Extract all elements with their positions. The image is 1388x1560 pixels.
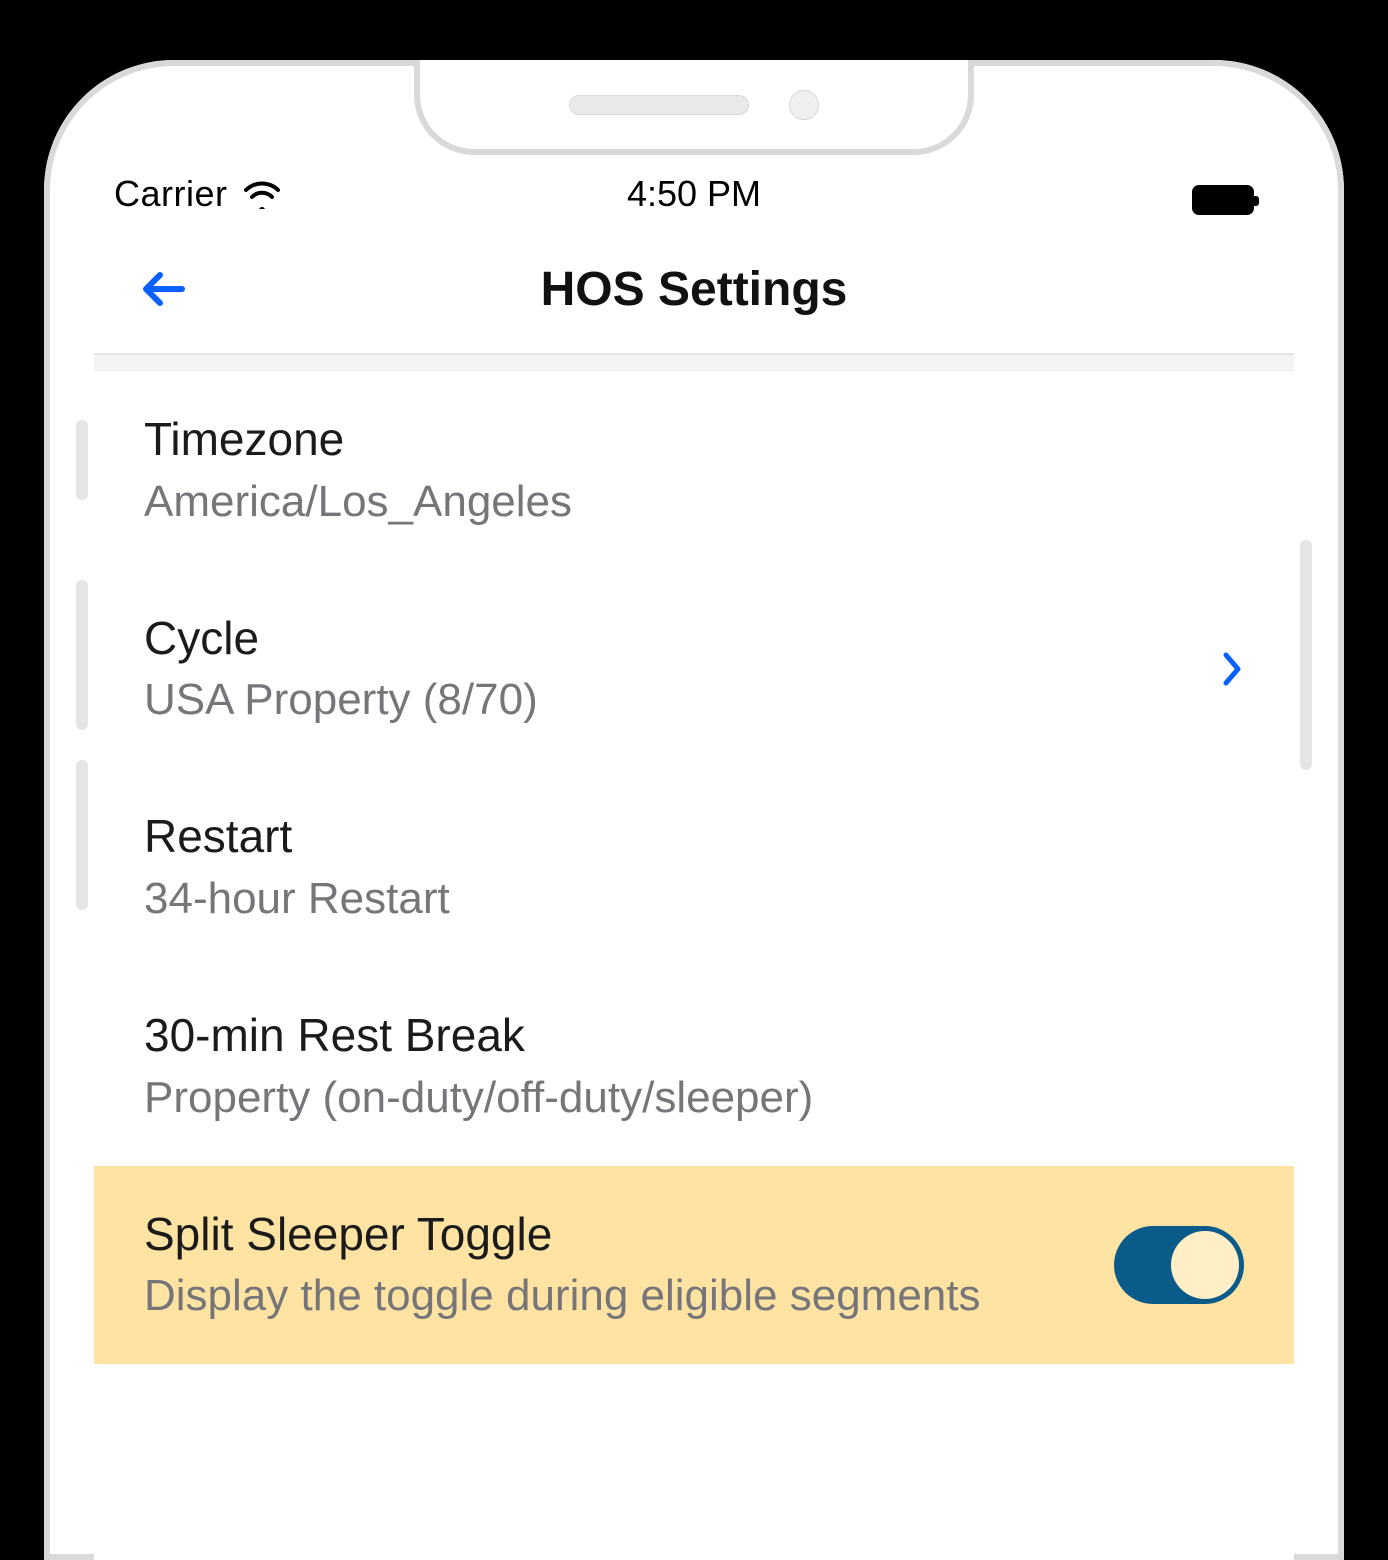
setting-value: Property (on-duty/off-duty/sleeper)	[144, 1069, 1214, 1126]
phone-screen-bezel: Carrier 4:50 PM	[94, 110, 1294, 1560]
setting-row-rest-break[interactable]: 30-min Rest Break Property (on-duty/off-…	[94, 967, 1294, 1166]
speaker-grille	[569, 95, 749, 115]
status-bar-left: Carrier	[114, 173, 282, 215]
setting-label: Timezone	[144, 411, 1214, 469]
nav-header: HOS Settings	[94, 225, 1294, 355]
chevron-right-icon	[1220, 649, 1244, 689]
setting-row-timezone[interactable]: Timezone America/Los_Angeles	[94, 371, 1294, 570]
setting-row-restart[interactable]: Restart 34-hour Restart	[94, 768, 1294, 967]
volume-down-button	[76, 760, 88, 910]
setting-label: Restart	[144, 808, 1214, 866]
battery-icon	[1192, 185, 1254, 215]
clock-label: 4:50 PM	[627, 173, 761, 215]
back-button[interactable]	[134, 261, 190, 317]
setting-description: Display the toggle during eligible segme…	[144, 1267, 1084, 1324]
setting-value: 34-hour Restart	[144, 870, 1214, 927]
volume-up-button	[76, 580, 88, 730]
wifi-icon	[242, 179, 282, 209]
toggle-knob	[1171, 1231, 1239, 1299]
split-sleeper-toggle[interactable]	[1114, 1226, 1244, 1304]
setting-value: America/Los_Angeles	[144, 473, 1214, 530]
status-bar-right	[1192, 185, 1254, 215]
section-gap	[94, 355, 1294, 371]
setting-label: 30-min Rest Break	[144, 1007, 1214, 1065]
screen: Carrier 4:50 PM	[94, 110, 1294, 1560]
carrier-label: Carrier	[114, 173, 228, 215]
phone-notch	[414, 60, 974, 155]
setting-value: USA Property (8/70)	[144, 671, 1190, 728]
side-button	[76, 420, 88, 500]
phone-frame: Carrier 4:50 PM	[44, 60, 1344, 1560]
power-button	[1300, 540, 1312, 770]
setting-label: Cycle	[144, 610, 1190, 668]
page-title: HOS Settings	[94, 262, 1294, 317]
front-camera	[789, 90, 819, 120]
setting-row-split-sleeper[interactable]: Split Sleeper Toggle Display the toggle …	[94, 1166, 1294, 1365]
setting-label: Split Sleeper Toggle	[144, 1206, 1084, 1264]
settings-list: Timezone America/Los_Angeles Cycle USA P…	[94, 371, 1294, 1560]
setting-row-cycle[interactable]: Cycle USA Property (8/70)	[94, 570, 1294, 769]
